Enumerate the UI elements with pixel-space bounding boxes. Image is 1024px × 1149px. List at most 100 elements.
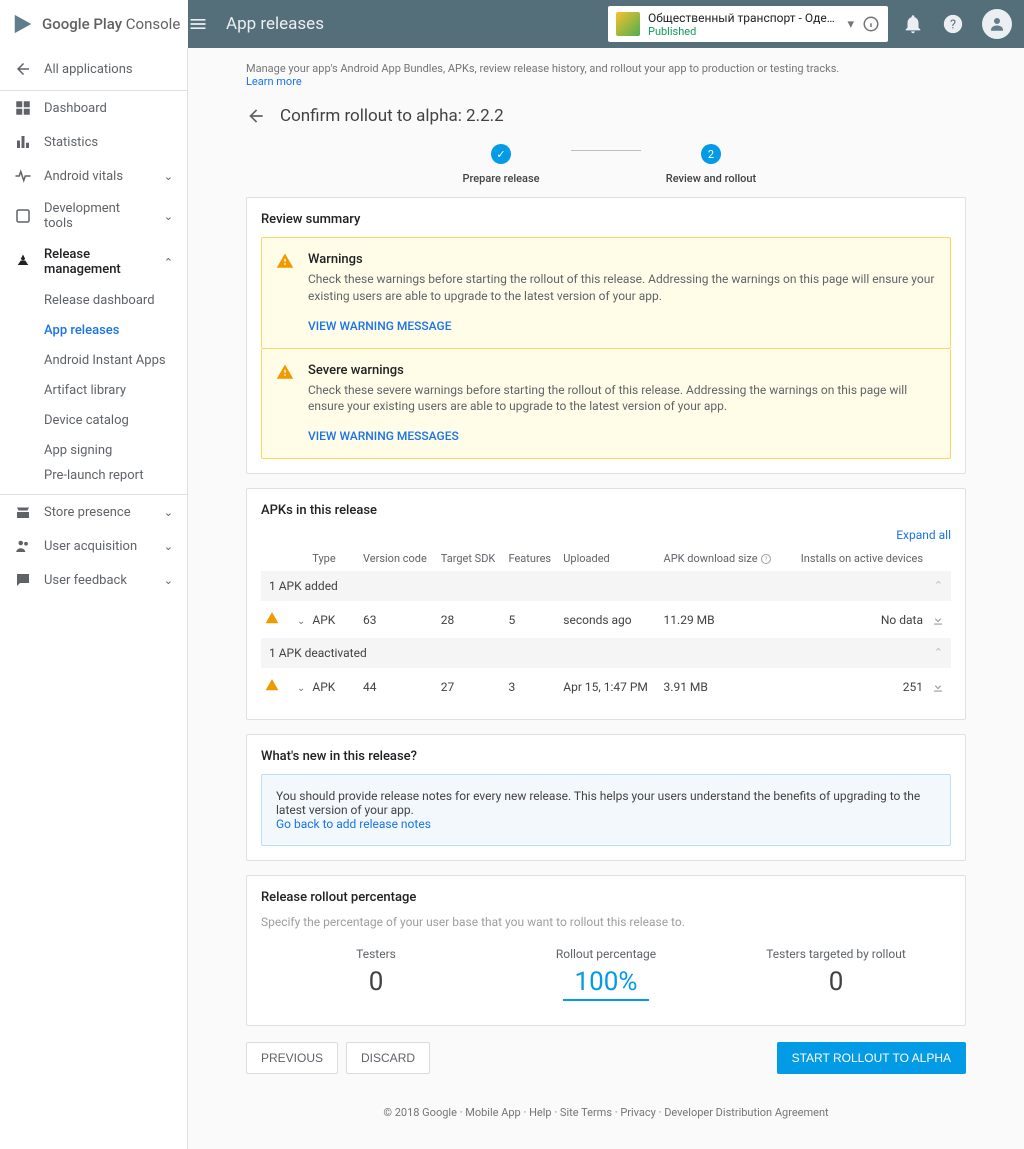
review-summary-card: Review summary Warnings Check these warn… — [246, 197, 966, 474]
sidebar-release-dashboard[interactable]: Release dashboard — [0, 285, 187, 315]
release-notes-body: You should provide release notes for eve… — [276, 789, 920, 817]
apks-table: Type Version code Target SDK Features Up… — [261, 546, 951, 705]
download-icon[interactable] — [931, 680, 945, 694]
apk-group-deactivated[interactable]: 1 APK deactivated⌃ — [261, 638, 951, 668]
chevron-down-icon: ⌄ — [164, 210, 173, 223]
discard-button[interactable]: DISCARD — [346, 1042, 430, 1074]
warning-icon — [265, 678, 279, 692]
sidebar-dashboard[interactable]: Dashboard — [0, 91, 187, 125]
intro-text: Manage your app's Android App Bundles, A… — [246, 58, 966, 92]
main-content: Manage your app's Android App Bundles, A… — [188, 48, 1024, 1149]
sidebar-statistics[interactable]: Statistics — [0, 125, 187, 159]
warning-icon — [265, 611, 279, 625]
warnings-title: Warnings — [308, 252, 936, 267]
topbar-title: App releases — [226, 14, 608, 34]
action-buttons: PREVIOUS DISCARD START ROLLOUT TO ALPHA — [246, 1040, 966, 1076]
devtools-icon — [14, 207, 32, 225]
apks-header-row: Type Version code Target SDK Features Up… — [261, 546, 951, 571]
feedback-icon — [14, 571, 32, 589]
app-name: Общественный транспорт - Одесса — [648, 11, 839, 25]
help-icon[interactable]: ? — [942, 13, 964, 35]
targeted-label: Testers targeted by rollout — [721, 947, 951, 961]
help-icon[interactable]: ? — [760, 553, 772, 565]
severe-warnings-title: Severe warnings — [308, 363, 936, 378]
sidebar-artifact-library[interactable]: Artifact library — [0, 375, 187, 405]
sidebar-all-apps[interactable]: All applications — [0, 48, 187, 91]
view-warning-link[interactable]: VIEW WARNING MESSAGE — [308, 319, 452, 333]
sidebar-user-feedback[interactable]: User feedback ⌄ — [0, 563, 187, 597]
step-prepare-label: Prepare release — [462, 172, 539, 185]
sidebar-store-presence[interactable]: Store presence ⌄ — [0, 495, 187, 529]
app-selector[interactable]: Общественный транспорт - Одесса Publishe… — [608, 6, 888, 42]
step-prepare[interactable]: ✓ Prepare release — [431, 144, 571, 185]
step-connector — [571, 150, 641, 151]
apk-group-added[interactable]: 1 APK added ⌃ — [261, 571, 951, 601]
sidebar-vitals[interactable]: Android vitals ⌄ — [0, 159, 187, 193]
page-title: Confirm rollout to alpha: 2.2.2 — [280, 106, 504, 126]
sidebar-app-signing[interactable]: App signing — [0, 435, 187, 465]
notifications-icon[interactable] — [902, 13, 924, 35]
sidebar-app-releases[interactable]: App releases — [0, 315, 187, 345]
severe-warnings-box: Severe warnings Check these severe warni… — [261, 349, 951, 460]
previous-button[interactable]: PREVIOUS — [246, 1042, 338, 1074]
col-uploaded: Uploaded — [559, 546, 659, 571]
apks-card: APKs in this release Expand all Type Ver… — [246, 488, 966, 720]
start-rollout-button[interactable]: START ROLLOUT TO ALPHA — [777, 1042, 966, 1074]
rollout-heading: Release rollout percentage — [261, 890, 951, 905]
targeted-col: Testers targeted by rollout 0 — [721, 947, 951, 1001]
step-review[interactable]: 2 Review and rollout — [641, 144, 781, 185]
apk-row2-uploaded: Apr 15, 1:47 PM — [559, 668, 659, 705]
apk-row1-size: 11.29 MB — [660, 601, 786, 638]
app-info: Общественный транспорт - Одесса Publishe… — [648, 11, 839, 38]
sidebar-devtools[interactable]: Development tools ⌄ — [0, 193, 187, 239]
sidebar-vitals-label: Android vitals — [44, 169, 123, 184]
back-arrow-icon — [14, 60, 32, 78]
hamburger-icon[interactable] — [188, 14, 208, 34]
app-status: Published — [648, 25, 839, 38]
apk-group-added-label: 1 APK added — [269, 579, 338, 593]
chevron-up-icon: ⌃ — [164, 256, 173, 269]
view-severe-warning-link[interactable]: VIEW WARNING MESSAGES — [308, 429, 459, 443]
sidebar-device-catalog[interactable]: Device catalog — [0, 405, 187, 435]
store-icon — [14, 503, 32, 521]
apk-row-2[interactable]: ⌄ APK 44 27 3 Apr 15, 1:47 PM 3.91 MB 25… — [261, 668, 951, 705]
avatar[interactable] — [982, 9, 1012, 39]
sidebar-instant-apps[interactable]: Android Instant Apps — [0, 345, 187, 375]
warnings-body: Check these warnings before starting the… — [308, 271, 936, 305]
sidebar-user-acquisition[interactable]: User acquisition ⌄ — [0, 529, 187, 563]
percentage-input[interactable]: 100% — [563, 967, 650, 1001]
testers-col: Testers 0 — [261, 947, 491, 1001]
download-icon[interactable] — [931, 613, 945, 627]
step-review-label: Review and rollout — [666, 172, 756, 185]
apk-row2-size: 3.91 MB — [660, 668, 786, 705]
chevron-up-icon: ⌃ — [934, 579, 943, 592]
apk-row1-feat: 5 — [505, 601, 560, 638]
back-arrow-icon[interactable] — [246, 106, 266, 126]
sidebar-release-mgmt[interactable]: Release management ⌃ — [0, 239, 187, 285]
logo-area[interactable]: Google Play Console — [0, 0, 188, 48]
col-installs: Installs on active devices — [786, 546, 927, 571]
apk-row-1[interactable]: ⌄ APK 63 28 5 seconds ago 11.29 MB No da… — [261, 601, 951, 638]
apk-row2-sdk: 27 — [437, 668, 505, 705]
info-icon[interactable] — [862, 15, 880, 33]
sidebar-prelaunch-report[interactable]: Pre-launch report — [0, 465, 187, 495]
stats-icon — [14, 133, 32, 151]
testers-label: Testers — [261, 947, 491, 961]
expand-all-link[interactable]: Expand all — [261, 528, 951, 542]
footer: © 2018 Google · Mobile App · Help · Site… — [246, 1076, 966, 1129]
step-check-icon: ✓ — [491, 144, 511, 164]
add-release-notes-link[interactable]: Go back to add release notes — [276, 817, 431, 831]
apk-group-deactivated-label: 1 APK deactivated — [269, 646, 367, 660]
col-version-code: Version code — [359, 546, 437, 571]
intro-body: Manage your app's Android App Bundles, A… — [246, 62, 839, 75]
chevron-down-icon: ⌄ — [164, 170, 173, 183]
rollout-card: Release rollout percentage Specify the p… — [246, 875, 966, 1026]
chevron-down-icon[interactable]: ⌄ — [293, 683, 309, 694]
app-icon — [616, 12, 640, 36]
step-number-icon: 2 — [701, 144, 721, 164]
stepper: ✓ Prepare release 2 Review and rollout — [246, 144, 966, 197]
learn-more-link[interactable]: Learn more — [246, 75, 302, 88]
chevron-down-icon[interactable]: ⌄ — [293, 616, 309, 627]
apk-row1-vc: 63 — [359, 601, 437, 638]
sidebar-devtools-label: Development tools — [44, 201, 152, 231]
